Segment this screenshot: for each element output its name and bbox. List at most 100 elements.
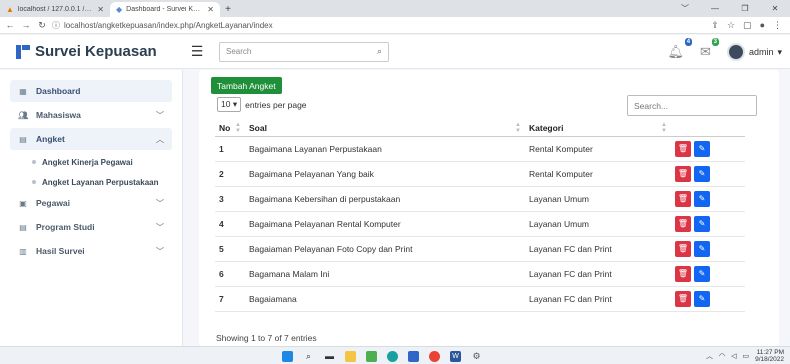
pencil-icon: ✎ (698, 169, 706, 178)
volume-icon[interactable]: ◁ (731, 352, 736, 360)
minimize-icon[interactable]: — (700, 0, 730, 17)
search-input[interactable]: Search ⌕ (219, 41, 389, 62)
table-search-input[interactable]: Search... (627, 95, 757, 116)
sidebar-item-label: Angket (36, 134, 65, 144)
url-field[interactable]: ⓘ localhost/angketkepuasan/index.php/Ang… (52, 20, 707, 31)
column-header-kategori[interactable]: Kategori ▲ ▼ (525, 120, 671, 137)
browser-tab-dashboard[interactable]: ◆ Dashboard - Survei Kepuasan Pe ✕ (110, 2, 220, 17)
delete-button[interactable]: 🗑︎ (675, 215, 691, 232)
messages-badge: 3 (711, 38, 719, 46)
menu-icon[interactable]: ⋮ (773, 20, 782, 31)
column-header-label: No (219, 122, 231, 133)
chevron-up-icon: ︿ (156, 134, 164, 144)
column-header-soal[interactable]: Soal ▲ ▼ (245, 120, 525, 137)
messages-icon[interactable]: ✉︎ 3 (700, 38, 719, 60)
chevron-down-icon: ﹀ (156, 246, 164, 256)
star-icon[interactable]: ☆ (727, 20, 735, 31)
cell-no: 1 (215, 136, 245, 162)
edit-button[interactable]: ✎ (694, 215, 710, 232)
browser-tab-phpmyadmin[interactable]: ▲ localhost / 127.0.0.1 / pkl | phph ✕ (0, 2, 110, 17)
sidebar-item-dashboard[interactable]: ▦ Dashboard (10, 80, 172, 102)
share-icon[interactable]: ⇪ (711, 20, 719, 31)
hamburger-icon[interactable]: ☰ (183, 43, 211, 60)
brand[interactable]: Survei Kepuasan (0, 43, 183, 60)
sidebar-item-angket[interactable]: ▤ Angket ︿ (10, 128, 172, 150)
cell-no: 7 (215, 286, 245, 312)
new-tab-button[interactable]: + (220, 2, 236, 17)
table-row: 1 Bagaimana Layanan Perpustakaan Rental … (215, 136, 745, 162)
brand-logo-icon (16, 44, 30, 59)
cell-no: 3 (215, 186, 245, 212)
sidebar-item-program-studi[interactable]: ▤ Program Studi ﹀ (10, 216, 172, 238)
wifi-icon[interactable]: ◠ (719, 352, 725, 360)
settings-icon[interactable]: ⚙ (471, 351, 482, 362)
phpmyadmin-icon: ▲ (6, 5, 14, 14)
add-angket-button[interactable]: Tambah Angket (211, 77, 282, 94)
search-icon[interactable]: ⌕ (377, 46, 382, 57)
word-icon[interactable]: W (450, 350, 461, 362)
profile-icon[interactable]: ● (760, 20, 765, 31)
cell-kategori: Layanan FC dan Print (525, 261, 671, 287)
column-header-no[interactable]: No ▲ ▼ (215, 120, 245, 137)
reload-icon[interactable]: ↻ (36, 20, 48, 31)
close-icon[interactable]: ✕ (760, 0, 790, 17)
edit-button[interactable]: ✎ (694, 265, 710, 282)
table-header-row: No ▲ ▼ Soal ▲ ▼ Kategori ▲ ▼ (215, 120, 745, 137)
sidebar-item-label: Hasil Survei (36, 246, 85, 256)
edge-icon[interactable] (387, 350, 398, 362)
sidebar-item-mahasiswa[interactable]: 👥︎ Mahasiswa ﹀ (10, 104, 172, 126)
sidebar-item-pegawai[interactable]: ▣ Pegawai ﹀ (10, 192, 172, 214)
trash-icon: 🗑︎ (677, 294, 689, 303)
tab-close-icon[interactable]: ✕ (207, 5, 214, 14)
pencil-icon: ✎ (698, 219, 706, 228)
user-menu[interactable]: admin ▾ (726, 43, 782, 61)
sort-icon: ▲ ▼ (515, 122, 521, 134)
sidebar-subitem-layanan[interactable]: Angket Layanan Perpustakaan (0, 172, 182, 192)
delete-button[interactable]: 🗑︎ (675, 290, 691, 307)
restore-icon[interactable]: ❐ (730, 0, 760, 17)
forward-icon[interactable]: → (20, 20, 32, 30)
edit-button[interactable]: ✎ (694, 290, 710, 307)
delete-button[interactable]: 🗑︎ (675, 190, 691, 207)
store-icon[interactable] (408, 350, 419, 362)
battery-icon[interactable]: ▭ (742, 352, 749, 360)
chevron-up-icon[interactable]: ︿ (706, 351, 713, 361)
entries-select[interactable]: 10 ▾ (217, 97, 242, 112)
sidebar-item-hasil-survei[interactable]: ▥ Hasil Survei ﹀ (10, 240, 172, 262)
notification-bell-icon[interactable]: 🔔︎ 4 (668, 38, 693, 60)
delete-button[interactable]: 🗑︎ (675, 165, 691, 182)
chrome-icon[interactable] (429, 350, 440, 362)
clock-time: 11:27 PM (756, 349, 784, 356)
table-row: 2 Bagaimana Pelayanan Yang baik Rental K… (215, 161, 745, 187)
cell-kategori: Layanan Umum (525, 211, 671, 237)
table-row: 4 Bagaimana Pelayanan Rental Komputer La… (215, 211, 745, 237)
task-view-icon[interactable]: ▬ (324, 351, 335, 362)
sidepanel-icon[interactable]: ▢ (743, 20, 752, 31)
edit-button[interactable]: ✎ (694, 190, 710, 207)
tab-close-icon[interactable]: ✕ (97, 5, 104, 14)
windows-start-icon[interactable] (282, 350, 293, 362)
delete-button[interactable]: 🗑︎ (675, 240, 691, 257)
brand-name: Survei Kepuasan (35, 43, 157, 60)
back-icon[interactable]: ← (4, 20, 16, 30)
column-header-label: Soal (249, 122, 267, 133)
edit-button[interactable]: ✎ (694, 165, 710, 182)
pencil-icon: ✎ (698, 269, 706, 278)
info-icon[interactable]: ⓘ (52, 20, 60, 31)
sidebar-subitem-kinerja[interactable]: Angket Kinerja Pegawai (0, 152, 182, 172)
edit-button[interactable]: ✎ (694, 240, 710, 257)
column-header-label: Kategori (529, 122, 564, 133)
notification-badge: 4 (684, 38, 693, 46)
edit-button[interactable]: ✎ (694, 140, 710, 157)
app-header: Survei Kepuasan ☰ Search ⌕ 🔔︎ 4 ✉︎ 3 adm… (0, 35, 790, 69)
search-icon[interactable]: ⌕ (303, 351, 314, 362)
file-explorer-icon[interactable] (345, 350, 356, 362)
pencil-icon: ✎ (698, 294, 706, 303)
chevron-down-icon[interactable]: ﹀ (670, 0, 700, 17)
delete-button[interactable]: 🗑︎ (675, 140, 691, 157)
clock[interactable]: 11:27 PM 9/18/2022 (755, 349, 784, 363)
subitem-label: Angket Kinerja Pegawai (42, 157, 133, 167)
widgets-icon[interactable] (366, 350, 377, 362)
entries-value: 10 (221, 99, 231, 109)
delete-button[interactable]: 🗑︎ (675, 265, 691, 282)
